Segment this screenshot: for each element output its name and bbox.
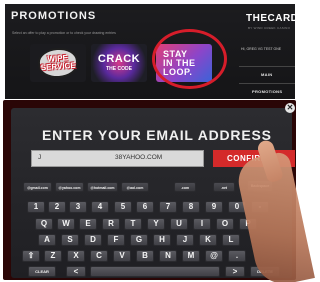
promo-tile-wipe-service[interactable]: WIPE SERVICE [30, 44, 86, 82]
key-at[interactable]: @ [205, 250, 223, 262]
key-k[interactable]: K [199, 234, 217, 246]
key-b[interactable]: B [136, 250, 154, 262]
key-o[interactable]: O [216, 218, 234, 230]
page-title: PROMOTIONS [11, 10, 97, 22]
key-3[interactable]: 3 [69, 201, 87, 213]
brand-tagline: BY WIND CREEK CASINO [248, 26, 291, 30]
tile-label: SERVICE [40, 60, 76, 73]
key-v[interactable]: V [113, 250, 131, 262]
divider [239, 83, 295, 84]
key-z[interactable]: Z [44, 250, 62, 262]
key-4[interactable]: 4 [91, 201, 109, 213]
key-7[interactable]: 7 [159, 201, 177, 213]
key-m[interactable]: M [182, 250, 200, 262]
close-icon[interactable]: ✕ [285, 103, 295, 113]
key-domain[interactable]: @yahoo.com [55, 182, 84, 192]
user-greeting: HI, GREG VG TEST ONE [241, 47, 282, 51]
brand-logo: THECARD [246, 13, 295, 24]
wipe-badge: WIPE SERVICE [37, 46, 79, 80]
key-l[interactable]: L [222, 234, 240, 246]
key-x[interactable]: X [67, 250, 85, 262]
divider [239, 66, 295, 67]
key-w[interactable]: W [57, 218, 75, 230]
key-a[interactable]: A [38, 234, 56, 246]
key-domain[interactable]: .net [213, 182, 235, 192]
key-domain[interactable]: .com [174, 182, 196, 192]
key-9[interactable]: 9 [205, 201, 223, 213]
key-n[interactable]: N [159, 250, 177, 262]
tile-label: THE CODE [106, 66, 132, 72]
tile-label: CRACK [97, 53, 141, 65]
key-c[interactable]: C [90, 250, 108, 262]
key-y[interactable]: Y [147, 218, 165, 230]
email-input[interactable] [31, 150, 204, 167]
key-d[interactable]: D [84, 234, 102, 246]
promotions-screen: PROMOTIONS Select an offer to play a pro… [5, 4, 295, 99]
key-f[interactable]: F [107, 234, 125, 246]
key-domain[interactable]: @hotmail.com [87, 182, 118, 192]
key-j[interactable]: J [176, 234, 194, 246]
email-heading: ENTER YOUR EMAIL ADDRESS [42, 127, 272, 143]
key-t[interactable]: T [124, 218, 142, 230]
key-q[interactable]: Q [35, 218, 53, 230]
key-domain[interactable]: @gmail.com [23, 182, 52, 192]
key-h[interactable]: H [153, 234, 171, 246]
key-s[interactable]: S [61, 234, 79, 246]
nav-promotions[interactable]: PROMOTIONS [252, 89, 282, 94]
key-g[interactable]: G [130, 234, 148, 246]
key-u[interactable]: U [170, 218, 188, 230]
arrow-left-icon[interactable]: < [66, 266, 86, 277]
key-8[interactable]: 8 [182, 201, 200, 213]
key-period[interactable]: . [228, 250, 246, 262]
key-5[interactable]: 5 [114, 201, 132, 213]
key-e[interactable]: E [79, 218, 97, 230]
key-i[interactable]: I [193, 218, 211, 230]
key-r[interactable]: R [102, 218, 120, 230]
key-domain[interactable]: @aol.com [121, 182, 149, 192]
space-bar[interactable] [90, 266, 220, 277]
page-subtitle: Select an offer to play a promotion or t… [12, 31, 116, 35]
key-6[interactable]: 6 [136, 201, 154, 213]
highlight-circle [152, 29, 227, 89]
key-2[interactable]: 2 [48, 201, 66, 213]
clear-button[interactable]: CLEAR [28, 266, 56, 277]
key-1[interactable]: 1 [27, 201, 45, 213]
promo-tile-crack-the-code[interactable]: CRACK THE CODE [91, 44, 147, 82]
shift-icon[interactable]: ⇧ [22, 250, 40, 262]
arrow-right-icon[interactable]: > [225, 266, 245, 277]
nav-main[interactable]: MAIN [261, 72, 272, 77]
